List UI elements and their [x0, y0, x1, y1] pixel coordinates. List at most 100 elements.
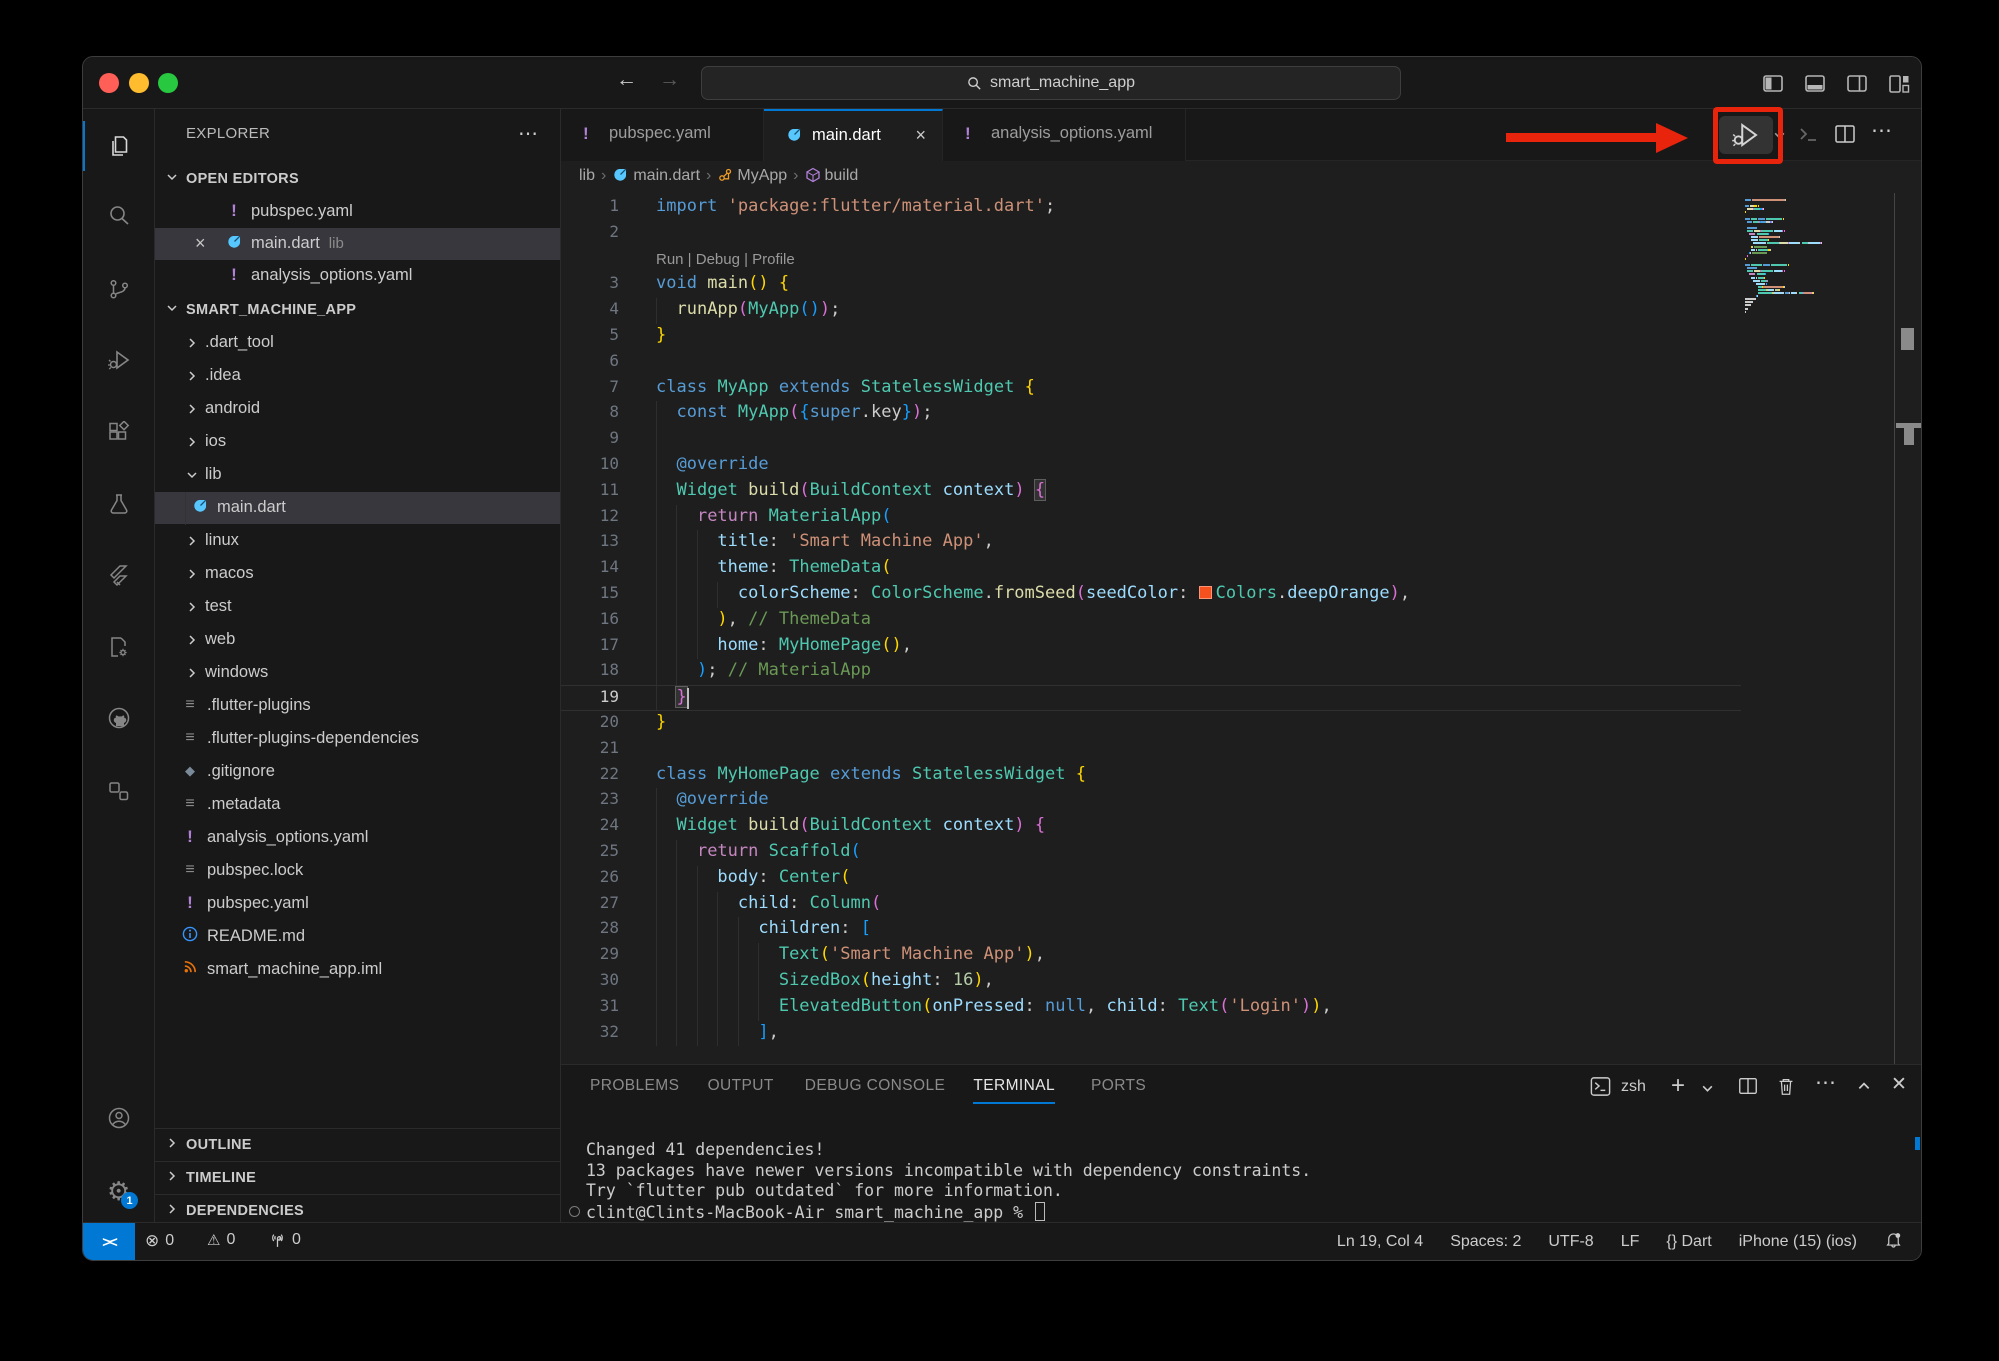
code-line-8[interactable]: 8 const MyApp({super.key});: [561, 401, 1741, 427]
tab-main.dart[interactable]: main.dart×: [764, 109, 943, 161]
code-line-20[interactable]: 20}: [561, 711, 1741, 737]
forward-icon[interactable]: →: [659, 68, 680, 92]
window-minimize-button[interactable]: [129, 73, 149, 93]
code-line-19[interactable]: 19 }: [561, 685, 1741, 711]
toggle-panel-icon[interactable]: [1803, 72, 1827, 96]
tree-item-web[interactable]: web: [155, 624, 560, 656]
sidebar-item-search[interactable]: [107, 203, 131, 227]
explorer-more-actions-icon[interactable]: ⋯: [518, 121, 538, 146]
code-line-3[interactable]: 3void main() {: [561, 272, 1741, 298]
open-editor-item-pubspec.yaml[interactable]: !pubspec.yaml: [155, 196, 560, 228]
code-line-23[interactable]: 23 @override: [561, 788, 1741, 814]
code-line-16[interactable]: 16 ), // ThemeData: [561, 608, 1741, 634]
accounts-button[interactable]: [107, 1106, 131, 1130]
tree-item-macos[interactable]: macos: [155, 558, 560, 590]
sidebar-item-flutter[interactable]: [107, 564, 131, 588]
tree-item-main.dart[interactable]: main.dart: [155, 492, 560, 524]
sidebar-item-github[interactable]: [107, 706, 131, 730]
code-line-10[interactable]: 10 @override: [561, 453, 1741, 479]
code-line-6[interactable]: 6: [561, 350, 1741, 376]
tree-item-android[interactable]: android: [155, 393, 560, 425]
codelens-run-debug-profile[interactable]: Run | Debug | Profile: [656, 251, 795, 268]
tree-item-.flutter-plugins-dependencies[interactable]: ≡.flutter-plugins-dependencies: [155, 723, 560, 755]
status-item--dart[interactable]: {} Dart: [1666, 1233, 1711, 1251]
breadcrumb-item-MyApp[interactable]: MyApp: [717, 167, 787, 188]
window-zoom-button[interactable]: [158, 73, 178, 93]
tree-item-analysis_options.yaml[interactable]: !analysis_options.yaml: [155, 822, 560, 854]
status-item-iphone-15-ios-[interactable]: iPhone (15) (ios): [1739, 1233, 1857, 1251]
section-outline[interactable]: OUTLINE: [155, 1128, 560, 1161]
close-icon[interactable]: ×: [915, 125, 926, 146]
project-section[interactable]: SMART_MACHINE_APP: [155, 294, 560, 326]
overview-ruler-marker[interactable]: [1901, 328, 1914, 350]
status-item-spaces-2[interactable]: Spaces: 2: [1450, 1233, 1521, 1251]
panel-tab-output[interactable]: OUTPUT: [708, 1077, 774, 1095]
toggle-secondary-sidebar-icon[interactable]: [1845, 72, 1869, 96]
tree-item-.idea[interactable]: .idea: [155, 360, 560, 392]
open-editor-item-analysis_options.yaml[interactable]: !analysis_options.yaml: [155, 260, 560, 292]
sidebar-item-extensions[interactable]: [107, 421, 131, 445]
tree-item-.metadata[interactable]: ≡.metadata: [155, 789, 560, 821]
panel-tab-ports[interactable]: PORTS: [1091, 1077, 1146, 1095]
code-line-22[interactable]: 22class MyHomePage extends StatelessWidg…: [561, 763, 1741, 789]
code-line-13[interactable]: 13 title: 'Smart Machine App',: [561, 530, 1741, 556]
tree-item-pubspec.yaml[interactable]: !pubspec.yaml: [155, 888, 560, 920]
status-error-count[interactable]: ⊗0: [145, 1231, 174, 1251]
command-center-search[interactable]: smart_machine_app: [701, 66, 1401, 100]
tree-item-windows[interactable]: windows: [155, 657, 560, 689]
status-item-lf[interactable]: LF: [1621, 1233, 1640, 1251]
open-terminal-icon[interactable]: [1797, 122, 1821, 151]
sidebar-item-run-and-debug[interactable]: [107, 348, 131, 372]
split-editor-icon[interactable]: [1833, 122, 1857, 151]
code-line-2[interactable]: 2: [561, 221, 1741, 247]
sidebar-item-explorer[interactable]: [107, 134, 131, 158]
code-line-14[interactable]: 14 theme: ThemeData(: [561, 556, 1741, 582]
terminal-prompt[interactable]: clint@Clints-MacBook-Air smart_machine_a…: [586, 1202, 1045, 1222]
code-line-4[interactable]: 4 runApp(MyApp());: [561, 298, 1741, 324]
code-line-31[interactable]: 31 ElevatedButton(onPressed: null, child…: [561, 995, 1741, 1021]
back-icon[interactable]: ←: [616, 68, 637, 92]
open-editors-section[interactable]: OPEN EDITORS: [155, 163, 560, 195]
tree-item-test[interactable]: test: [155, 591, 560, 623]
code-line-18[interactable]: 18 ); // MaterialApp: [561, 659, 1741, 685]
editor-more-actions-icon[interactable]: ⋯: [1871, 118, 1892, 143]
window-close-button[interactable]: [99, 73, 119, 93]
customize-layout-icon[interactable]: [1887, 72, 1911, 96]
code-line-30[interactable]: 30 SizedBox(height: 16),: [561, 969, 1741, 995]
tab-pubspec.yaml[interactable]: !pubspec.yaml: [561, 109, 764, 161]
code-line-25[interactable]: 25 return Scaffold(: [561, 840, 1741, 866]
color-swatch-deep-orange[interactable]: [1199, 586, 1212, 599]
code-line-17[interactable]: 17 home: MyHomePage(),: [561, 634, 1741, 660]
minimap[interactable]: [1741, 199, 1853, 1059]
code-line-28[interactable]: 28 children: [: [561, 917, 1741, 943]
breadcrumb-item-main.dart[interactable]: main.dart: [612, 166, 700, 188]
panel-tab-terminal[interactable]: TERMINAL: [973, 1077, 1055, 1104]
code-line-7[interactable]: 7class MyApp extends StatelessWidget {: [561, 376, 1741, 402]
breadcrumb-item-build[interactable]: build: [805, 167, 859, 188]
code-line-32[interactable]: 32 ],: [561, 1021, 1741, 1047]
section-dependencies[interactable]: DEPENDENCIES: [155, 1194, 560, 1224]
terminal-shell-label[interactable]: zsh: [1621, 1078, 1646, 1096]
status-feedback-count[interactable]: 0: [269, 1231, 301, 1249]
launch-profile-chevron-icon[interactable]: [1701, 1082, 1714, 1100]
tree-item-pubspec.lock[interactable]: ≡pubspec.lock: [155, 855, 560, 887]
tree-item-.dart_tool[interactable]: .dart_tool: [155, 327, 560, 359]
code-line-1[interactable]: 1import 'package:flutter/material.dart';: [561, 195, 1741, 221]
tree-item-.gitignore[interactable]: ◆.gitignore: [155, 756, 560, 788]
code-line-21[interactable]: 21: [561, 737, 1741, 763]
status-item-utf-8[interactable]: UTF-8: [1548, 1233, 1593, 1251]
open-editor-item-main.dart[interactable]: ×main.dartlib: [155, 228, 560, 260]
breadcrumb-item-lib[interactable]: lib: [579, 167, 595, 185]
code-line-12[interactable]: 12 return MaterialApp(: [561, 505, 1741, 531]
code-line-15[interactable]: 15 colorScheme: ColorScheme.fromSeed(see…: [561, 582, 1741, 608]
code-line-29[interactable]: 29 Text('Smart Machine App'),: [561, 943, 1741, 969]
sidebar-item-remote-explorer[interactable]: [107, 779, 131, 803]
status-item-ln-19-col-4[interactable]: Ln 19, Col 4: [1337, 1233, 1423, 1251]
code-editor[interactable]: 1import 'package:flutter/material.dart';…: [561, 193, 1922, 1064]
tree-item-linux[interactable]: linux: [155, 525, 560, 557]
panel-more-actions-icon[interactable]: ⋯: [1815, 1070, 1836, 1095]
toggle-primary-sidebar-icon[interactable]: [1761, 72, 1785, 96]
status-warning-count[interactable]: ⚠0: [207, 1231, 235, 1249]
code-line-11[interactable]: 11 Widget build(BuildContext context) {: [561, 479, 1741, 505]
kill-terminal-trash-icon[interactable]: [1775, 1075, 1797, 1102]
